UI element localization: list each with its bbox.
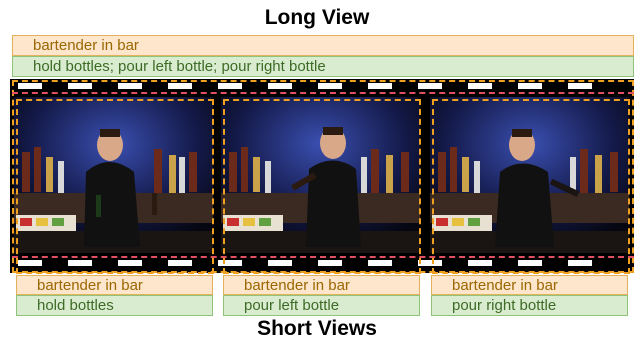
short-view-2-action: pour left bottle <box>223 295 420 316</box>
bottom-red-dashed-line <box>12 256 634 258</box>
video-frame-2 <box>221 97 420 253</box>
sprocket-hole <box>468 83 492 89</box>
sprocket-hole <box>68 83 92 89</box>
sprocket-hole <box>318 260 342 266</box>
sprocket-hole <box>168 83 192 89</box>
short-view-2-caption: bartender in bar <box>223 275 420 295</box>
sprocket-hole <box>268 260 292 266</box>
bartender-scene-3 <box>430 97 629 253</box>
short-views-title: Short Views <box>257 317 377 340</box>
short-view-3-action: pour right bottle <box>431 295 628 316</box>
sprocket-hole <box>568 83 592 89</box>
sprocket-hole <box>418 83 442 89</box>
long-view-title: Long View <box>264 6 370 29</box>
short-view-2-action-text: pour left bottle <box>244 297 340 314</box>
long-view-caption: bartender in bar <box>12 35 634 56</box>
short-view-1-caption: bartender in bar <box>16 275 213 295</box>
bartender-scene-2 <box>221 97 420 253</box>
short-view-3-caption-text: bartender in bar <box>452 276 558 294</box>
long-view-caption-text: bartender in bar <box>33 37 139 54</box>
top-red-dashed-line <box>12 92 634 94</box>
sprocket-hole <box>518 260 542 266</box>
sprocket-hole <box>318 83 342 89</box>
sprocket-hole <box>218 260 242 266</box>
sprocket-hole <box>368 260 392 266</box>
short-view-1-caption-text: bartender in bar <box>37 276 143 294</box>
sprocket-hole <box>418 260 442 266</box>
short-view-1-action-text: hold bottles <box>37 297 114 314</box>
sprocket-hole <box>268 83 292 89</box>
sprocket-hole <box>68 260 92 266</box>
sprocket-hole <box>168 260 192 266</box>
short-view-1-action: hold bottles <box>16 295 213 316</box>
video-frame-3 <box>430 97 629 253</box>
sprocket-hole <box>368 83 392 89</box>
sprocket-hole <box>18 260 42 266</box>
sprocket-hole <box>468 260 492 266</box>
sprocket-hole <box>568 260 592 266</box>
sprocket-hole <box>518 83 542 89</box>
short-view-3-action-text: pour right bottle <box>452 297 557 314</box>
short-view-3-caption: bartender in bar <box>431 275 628 295</box>
long-view-actions: hold bottles; pour left bottle; pour rig… <box>12 56 634 77</box>
video-frame-1 <box>14 97 213 253</box>
short-view-2-caption-text: bartender in bar <box>244 276 350 294</box>
bartender-scene-1 <box>14 97 213 253</box>
sprocket-hole <box>118 260 142 266</box>
sprocket-hole <box>118 83 142 89</box>
sprocket-hole <box>18 83 42 89</box>
long-view-actions-text: hold bottles; pour left bottle; pour rig… <box>33 58 326 75</box>
sprocket-hole <box>218 83 242 89</box>
